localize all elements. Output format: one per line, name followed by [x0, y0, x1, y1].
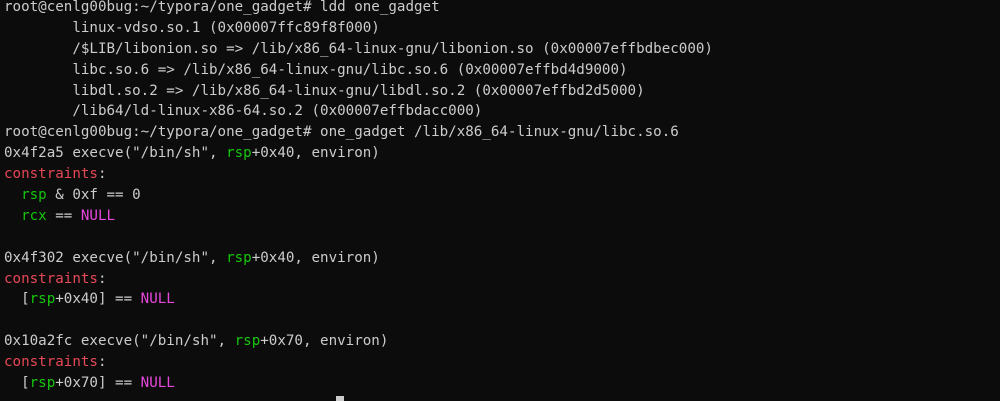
terminal-text-segment: rsp [226, 249, 252, 266]
terminal-line: 0x10a2fc execve("/bin/sh", rsp+0x70, env… [4, 331, 1000, 352]
terminal-output: root@cenlg00bug:~/typora/one_gadget# ldd… [4, 0, 1000, 394]
terminal-line: /lib64/ld-linux-x86-64.so.2 (0x00007effb… [4, 101, 1000, 122]
terminal-line: 0x4f2a5 execve("/bin/sh", rsp+0x40, envi… [4, 143, 1000, 164]
terminal-window[interactable]: root@cenlg00bug:~/typora/one_gadget# ldd… [0, 0, 1000, 401]
terminal-text-segment: [ [4, 291, 30, 308]
text-cursor [336, 396, 344, 401]
terminal-text-segment: constraints [4, 270, 98, 287]
terminal-text-segment: libc.so.6 => /lib/x86_64-linux-gnu/libc.… [4, 61, 628, 78]
terminal-text-segment: +0x40, environ) [251, 145, 380, 162]
terminal-text-segment: /$LIB/libonion.so => /lib/x86_64-linux-g… [4, 40, 713, 57]
terminal-text-segment: rsp [29, 291, 56, 308]
terminal-line: /$LIB/libonion.so => /lib/x86_64-linux-g… [4, 39, 1000, 60]
terminal-text-segment: NULL [140, 291, 175, 308]
terminal-line: root@cenlg00bug:~/typora/one_gadget# ldd… [4, 0, 1000, 18]
terminal-text-segment: constraints [4, 166, 98, 183]
terminal-line: constraints: [4, 352, 1000, 373]
terminal-text-segment: linux-vdso.so.1 (0x00007ffc89f8f000) [4, 19, 380, 36]
terminal-line: constraints: [4, 269, 1000, 290]
terminal-text-segment: rsp [234, 333, 261, 350]
terminal-text-segment: +0x40, environ) [251, 249, 380, 266]
terminal-text-segment: constraints [4, 354, 98, 371]
terminal-text-segment: : [97, 166, 107, 183]
terminal-text-segment: NULL [140, 375, 175, 392]
terminal-line: libdl.so.2 => /lib/x86_64-linux-gnu/libd… [4, 81, 1000, 102]
terminal-text-segment: 0x4f302 execve("/bin/sh", [4, 249, 227, 266]
terminal-line: [rsp+0x40] == NULL [4, 289, 1000, 310]
terminal-text-segment: == [46, 207, 81, 224]
terminal-text-segment: rsp [226, 145, 252, 162]
terminal-line: root@cenlg00bug:~/typora/one_gadget# one… [4, 122, 1000, 143]
terminal-text-segment: rcx [21, 207, 47, 224]
terminal-text-segment: & 0xf == 0 [46, 187, 141, 204]
terminal-text-segment: root@cenlg00bug:~/typora/one_gadget# one… [4, 124, 679, 141]
terminal-text-segment: 0x10a2fc execve("/bin/sh", [4, 333, 235, 350]
terminal-text-segment: : [97, 270, 107, 287]
terminal-text-segment: root@cenlg00bug:~/typora/one_gadget# ldd… [4, 0, 440, 15]
terminal-text-segment: rsp [21, 187, 47, 204]
terminal-text-segment: rsp [29, 375, 56, 392]
terminal-text-segment: /lib64/ld-linux-x86-64.so.2 (0x00007effb… [4, 103, 483, 120]
terminal-text-segment: [ [4, 375, 30, 392]
terminal-line: 0x4f302 execve("/bin/sh", rsp+0x40, envi… [4, 248, 1000, 269]
terminal-text-segment: 0x4f2a5 execve("/bin/sh", [4, 145, 227, 162]
terminal-line: rcx == NULL [4, 206, 1000, 227]
terminal-line: rsp & 0xf == 0 [4, 185, 1000, 206]
terminal-text-segment: : [97, 354, 107, 371]
terminal-text-segment: +0x70] == [55, 375, 141, 392]
terminal-text-segment: +0x40] == [55, 291, 141, 308]
terminal-line: libc.so.6 => /lib/x86_64-linux-gnu/libc.… [4, 60, 1000, 81]
terminal-text-segment: NULL [80, 207, 116, 224]
terminal-line: linux-vdso.so.1 (0x00007ffc89f8f000) [4, 18, 1000, 39]
terminal-line: [rsp+0x70] == NULL [4, 373, 1000, 394]
terminal-text-segment: libdl.so.2 => /lib/x86_64-linux-gnu/libd… [4, 82, 645, 99]
terminal-line: constraints: [4, 164, 1000, 185]
terminal-text-segment: +0x70, environ) [260, 333, 389, 350]
